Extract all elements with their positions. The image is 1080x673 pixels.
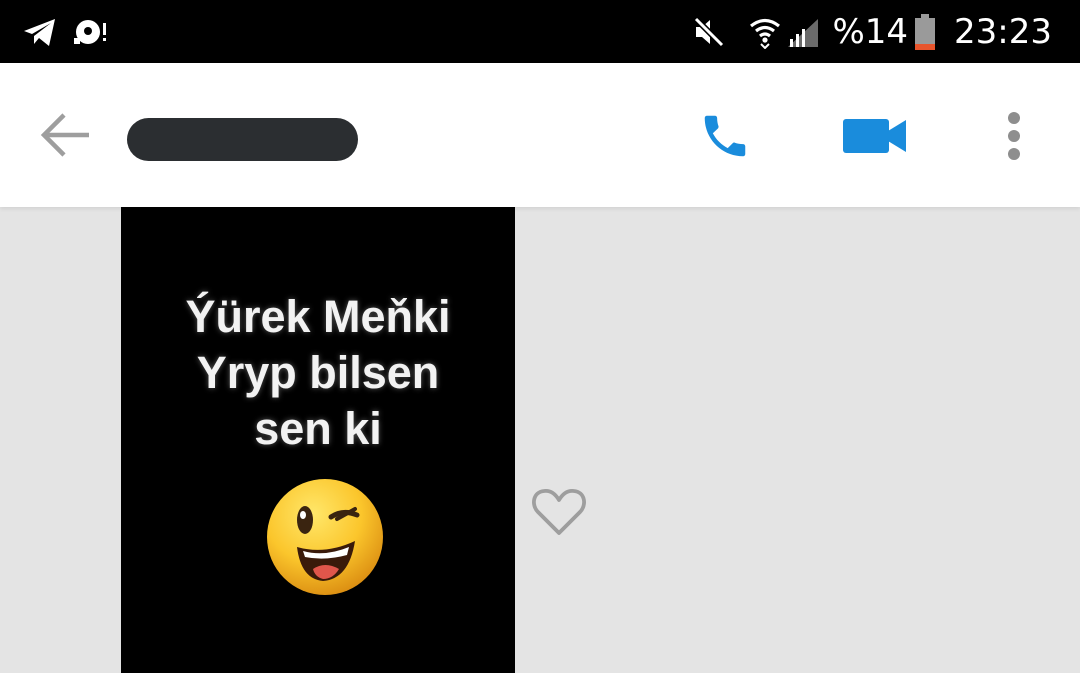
battery-percent: %14 bbox=[832, 11, 909, 52]
status-left bbox=[22, 0, 108, 63]
like-button[interactable] bbox=[530, 485, 588, 539]
mute-icon bbox=[692, 15, 726, 49]
image-text-line: Yryp bilsen bbox=[196, 347, 440, 398]
video-camera-icon bbox=[842, 117, 908, 155]
winking-emoji-icon bbox=[267, 479, 383, 595]
back-arrow-icon bbox=[40, 112, 92, 158]
video-call-button[interactable] bbox=[838, 111, 912, 161]
clock: 23:23 bbox=[954, 11, 1052, 52]
notification-icon bbox=[72, 16, 108, 48]
back-button[interactable] bbox=[36, 107, 96, 163]
image-text-line: sen ki bbox=[254, 403, 382, 454]
image-message[interactable]: Ýürek Meňki Yryp bilsen sen ki bbox=[121, 207, 515, 673]
chat-header bbox=[0, 63, 1080, 207]
image-text-line: Ýürek Meňki bbox=[185, 291, 451, 342]
wifi-icon bbox=[748, 15, 782, 49]
status-right: %14 23:23 bbox=[692, 0, 1052, 63]
telegram-icon bbox=[22, 16, 58, 48]
contact-name[interactable] bbox=[127, 118, 358, 161]
message-list[interactable]: Ýürek Meňki Yryp bilsen sen ki bbox=[0, 207, 1080, 673]
heart-outline-icon bbox=[531, 486, 587, 538]
more-options-button[interactable] bbox=[992, 101, 1036, 171]
phone-icon bbox=[698, 109, 752, 163]
battery-icon bbox=[914, 13, 936, 50]
image-caption: Ýürek Meňki Yryp bilsen sen ki bbox=[121, 289, 515, 457]
voice-call-button[interactable] bbox=[692, 103, 758, 169]
signal-icon bbox=[786, 15, 820, 49]
status-bar: %14 23:23 bbox=[0, 0, 1080, 63]
more-vert-icon bbox=[1006, 110, 1022, 162]
